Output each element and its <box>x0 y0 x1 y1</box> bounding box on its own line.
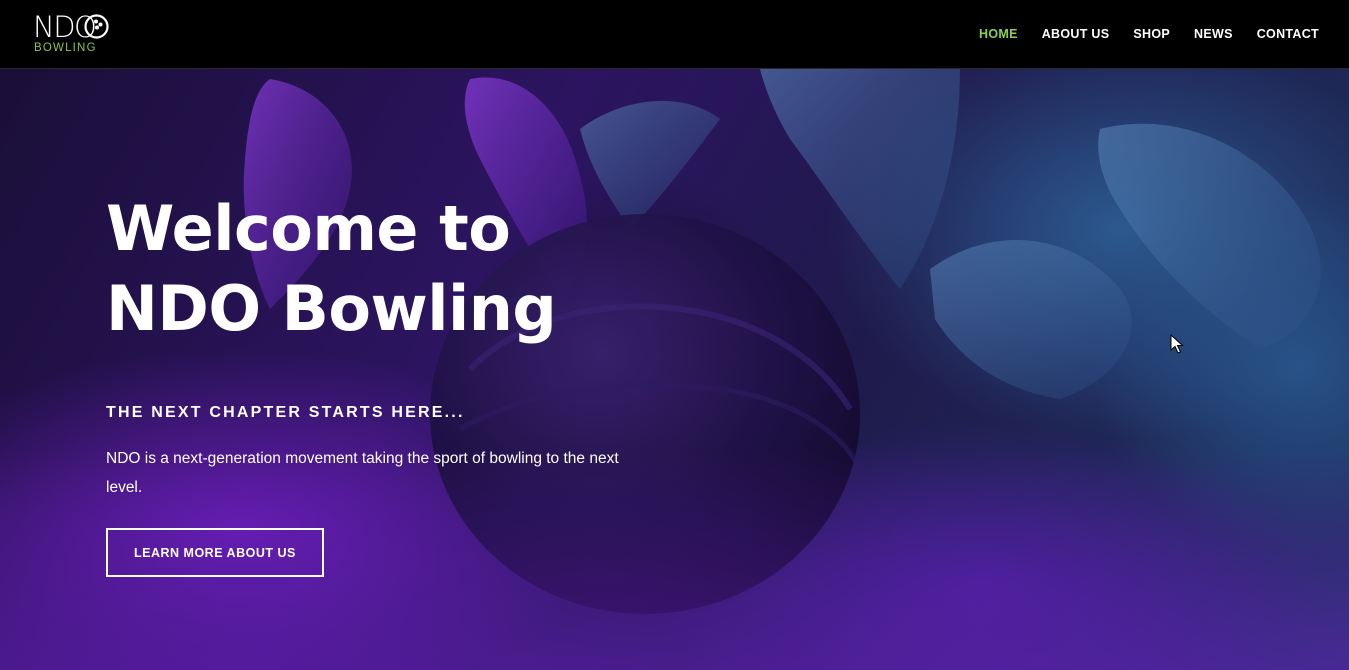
learn-more-button[interactable]: LEARN MORE ABOUT US <box>106 528 324 577</box>
nav-news[interactable]: NEWS <box>1194 27 1233 41</box>
mouse-cursor-icon <box>1170 334 1184 354</box>
hero-content: Welcome to NDO Bowling THE NEXT CHAPTER … <box>106 189 666 577</box>
hero-description: NDO is a next-generation movement taking… <box>106 450 619 496</box>
nav-home[interactable]: HOME <box>979 27 1018 41</box>
nav-shop[interactable]: SHOP <box>1133 27 1170 41</box>
hero-subtitle: THE NEXT CHAPTER STARTS HERE... <box>106 404 465 421</box>
nav-contact[interactable]: CONTACT <box>1257 27 1319 41</box>
hero-title: Welcome to NDO Bowling <box>106 192 557 345</box>
main-nav: HOME ABOUT US SHOP NEWS CONTACT <box>979 27 1319 41</box>
bowling-ball-icon <box>84 14 109 39</box>
site-logo[interactable]: NDO BOWLING <box>33 12 113 56</box>
logo-tagline: BOWLING <box>34 42 97 54</box>
site-header: NDO BOWLING HOME ABOUT US SHOP NEWS CONT… <box>0 0 1349 69</box>
nav-about-us[interactable]: ABOUT US <box>1042 27 1110 41</box>
hero-section: Welcome to NDO Bowling THE NEXT CHAPTER … <box>0 69 1349 670</box>
